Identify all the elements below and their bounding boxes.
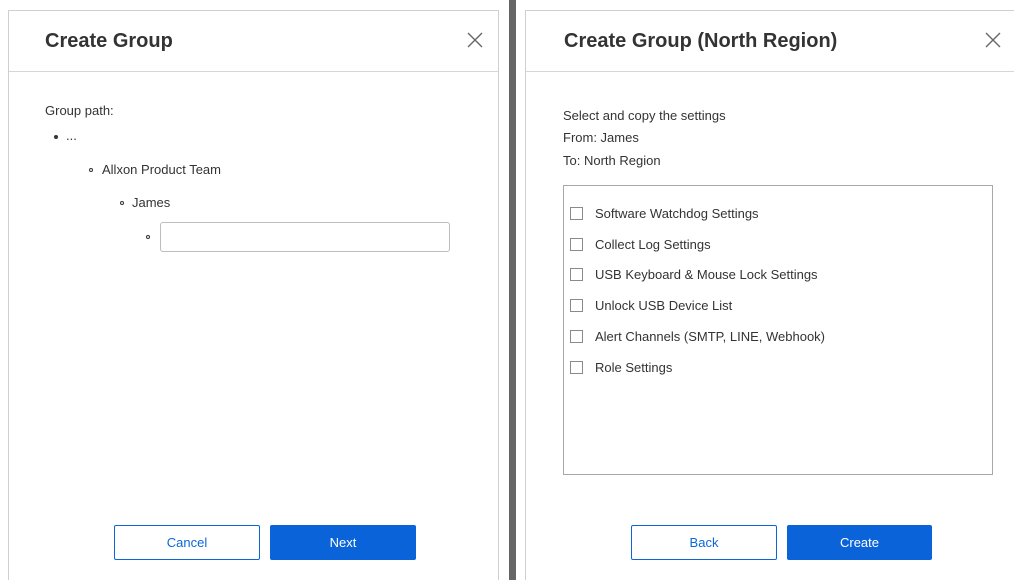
cancel-button[interactable]: Cancel — [114, 525, 260, 560]
copy-to-text: To: North Region — [563, 153, 661, 168]
path-bullet — [54, 135, 58, 139]
setting-checkbox[interactable] — [570, 360, 583, 374]
setting-label: Software Watchdog Settings — [595, 205, 759, 221]
settings-list: Software Watchdog Settings Collect Log S… — [563, 185, 993, 475]
path-bullet — [146, 235, 150, 239]
setting-label: USB Keyboard & Mouse Lock Settings — [595, 266, 818, 282]
window-divider — [509, 0, 516, 580]
close-icon[interactable] — [464, 29, 486, 51]
setting-checkbox[interactable] — [570, 298, 583, 312]
dialog-header: Create Group (North Region) — [526, 11, 1014, 72]
dialog-header: Create Group — [9, 11, 498, 72]
dialog-title: Create Group (North Region) — [564, 30, 838, 52]
setting-checkbox[interactable] — [570, 267, 583, 281]
setting-item[interactable]: Role Settings — [570, 359, 672, 375]
path-item-root: ... — [66, 128, 77, 143]
setting-item[interactable]: Alert Channels (SMTP, LINE, Webhook) — [570, 328, 825, 344]
setting-checkbox[interactable] — [570, 237, 583, 251]
setting-item[interactable]: USB Keyboard & Mouse Lock Settings — [570, 266, 818, 282]
setting-label: Alert Channels (SMTP, LINE, Webhook) — [595, 328, 826, 344]
setting-checkbox[interactable] — [570, 206, 583, 220]
create-button[interactable]: Create — [787, 525, 932, 560]
setting-label: Unlock USB Device List — [595, 297, 733, 313]
group-path-label: Group path: — [45, 103, 114, 118]
back-button[interactable]: Back — [631, 525, 777, 560]
create-group-dialog: Create Group Group path: ... Allxon Prod… — [8, 10, 499, 580]
copy-instruction: Select and copy the settings — [563, 108, 726, 123]
setting-item[interactable]: Collect Log Settings — [570, 236, 711, 252]
new-group-name-input[interactable] — [160, 222, 450, 252]
dialog-title: Create Group — [45, 30, 173, 52]
setting-label: Collect Log Settings — [595, 236, 711, 252]
close-icon[interactable] — [982, 29, 1004, 51]
path-item-james: James — [132, 195, 171, 210]
path-bullet — [89, 168, 93, 172]
copy-from-text: From: James — [563, 130, 639, 145]
setting-item[interactable]: Unlock USB Device List — [570, 297, 732, 313]
create-group-region-dialog: Create Group (North Region) Select and c… — [525, 10, 1014, 580]
setting-item[interactable]: Software Watchdog Settings — [570, 205, 759, 221]
next-button[interactable]: Next — [270, 525, 416, 560]
setting-label: Role Settings — [595, 359, 673, 375]
path-item-team: Allxon Product Team — [102, 162, 221, 177]
setting-checkbox[interactable] — [570, 329, 583, 343]
path-bullet — [120, 201, 124, 205]
